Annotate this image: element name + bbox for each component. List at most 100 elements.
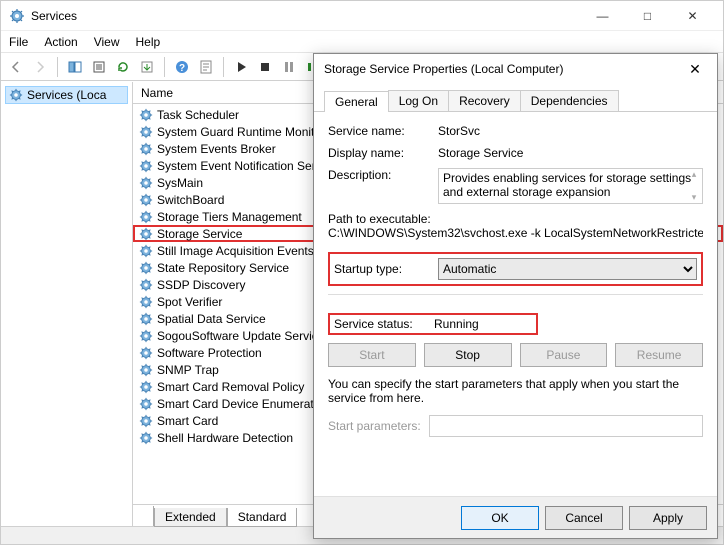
service-icon <box>139 244 153 258</box>
service-name-label: SwitchBoard <box>157 193 224 207</box>
service-name-label: Smart Card Removal Policy <box>157 380 304 394</box>
tab-logon[interactable]: Log On <box>388 90 449 111</box>
export-list-button[interactable] <box>136 56 158 78</box>
services-icon <box>9 8 25 24</box>
value-description: Provides enabling services for storage s… <box>443 171 691 199</box>
show-hide-tree-button[interactable] <box>64 56 86 78</box>
menubar: File Action View Help <box>1 31 723 53</box>
tab-recovery[interactable]: Recovery <box>448 90 521 111</box>
properties-dialog: Storage Service Properties (Local Comput… <box>313 53 718 539</box>
service-status-row: Service status: Running <box>328 313 538 335</box>
refresh-button[interactable] <box>112 56 134 78</box>
service-icon <box>139 193 153 207</box>
menu-help[interactable]: Help <box>136 35 161 49</box>
pause-button: Pause <box>520 343 608 367</box>
cancel-button[interactable]: Cancel <box>545 506 623 530</box>
stop-button[interactable]: Stop <box>424 343 512 367</box>
tab-standard[interactable]: Standard <box>227 508 298 527</box>
dialog-footer: OK Cancel Apply <box>314 496 717 538</box>
service-name-label: Storage Service <box>157 227 242 241</box>
service-name-label: SysMain <box>157 176 203 190</box>
label-description: Description: <box>328 168 438 182</box>
tree-root-services[interactable]: Services (Loca <box>5 86 128 104</box>
service-icon <box>139 397 153 411</box>
service-icon <box>139 295 153 309</box>
pause-service-button[interactable] <box>278 56 300 78</box>
stop-service-button[interactable] <box>254 56 276 78</box>
dialog-titlebar[interactable]: Storage Service Properties (Local Comput… <box>314 54 717 84</box>
service-icon <box>139 278 153 292</box>
value-service-status: Running <box>434 317 479 331</box>
minimize-button[interactable]: — <box>580 1 625 31</box>
label-display-name: Display name: <box>328 146 438 160</box>
service-name-label: Still Image Acquisition Events <box>157 244 314 258</box>
service-icon <box>139 346 153 360</box>
service-name-label: System Guard Runtime Monitor B <box>157 125 336 139</box>
service-name-label: Task Scheduler <box>157 108 239 122</box>
service-icon <box>139 108 153 122</box>
service-name-label: SogouSoftware Update Service N <box>157 329 336 343</box>
tree-pane: Services (Loca <box>1 82 133 526</box>
start-service-button[interactable] <box>230 56 252 78</box>
titlebar: Services — □ ✕ <box>1 1 723 31</box>
label-service-status: Service status: <box>334 317 434 331</box>
start-button: Start <box>328 343 416 367</box>
column-name: Name <box>141 86 173 100</box>
service-name-label: Storage Tiers Management <box>157 210 302 224</box>
service-icon <box>139 210 153 224</box>
maximize-button[interactable]: □ <box>625 1 670 31</box>
service-icon <box>139 380 153 394</box>
tree-root-label: Services (Loca <box>27 88 106 102</box>
divider <box>328 294 703 295</box>
apply-button[interactable]: Apply <box>629 506 707 530</box>
service-icon <box>139 142 153 156</box>
label-service-name: Service name: <box>328 124 438 138</box>
service-name-label: System Event Notification Service <box>157 159 337 173</box>
label-path: Path to executable: <box>328 212 703 226</box>
value-path: C:\WINDOWS\System32\svchost.exe -k Local… <box>328 226 703 240</box>
description-box[interactable]: Provides enabling services for storage s… <box>438 168 703 204</box>
window-title: Services <box>31 9 580 23</box>
help-button[interactable]: ? <box>171 56 193 78</box>
service-name-label: Software Protection <box>157 346 262 360</box>
service-icon <box>139 414 153 428</box>
service-name-label: System Events Broker <box>157 142 276 156</box>
service-icon <box>139 261 153 275</box>
ok-button[interactable]: OK <box>461 506 539 530</box>
label-start-parameters: Start parameters: <box>328 419 421 433</box>
service-icon <box>139 159 153 173</box>
service-icon <box>139 227 153 241</box>
service-icon <box>139 431 153 445</box>
menu-action[interactable]: Action <box>44 35 77 49</box>
export-button[interactable] <box>88 56 110 78</box>
back-button[interactable] <box>5 56 27 78</box>
properties-button[interactable] <box>195 56 217 78</box>
value-display-name: Storage Service <box>438 146 703 160</box>
tab-dependencies[interactable]: Dependencies <box>520 90 619 111</box>
menu-view[interactable]: View <box>94 35 120 49</box>
resume-button: Resume <box>615 343 703 367</box>
dialog-close-button[interactable]: ✕ <box>683 61 707 78</box>
start-parameters-input <box>429 415 703 437</box>
forward-button[interactable] <box>29 56 51 78</box>
dialog-tabs: General Log On Recovery Dependencies <box>314 84 717 112</box>
tab-extended[interactable]: Extended <box>154 508 227 527</box>
service-icon <box>139 329 153 343</box>
value-service-name: StorSvc <box>438 124 703 138</box>
service-name-label: Smart Card <box>157 414 218 428</box>
service-name-label: SNMP Trap <box>157 363 219 377</box>
dialog-title-text: Storage Service Properties (Local Comput… <box>324 62 683 76</box>
services-node-icon <box>9 88 23 102</box>
tab-general[interactable]: General <box>324 91 389 112</box>
service-name-label: State Repository Service <box>157 261 289 275</box>
service-icon <box>139 363 153 377</box>
startup-type-select[interactable]: Automatic <box>438 258 697 280</box>
service-name-label: Spatial Data Service <box>157 312 266 326</box>
startup-type-row: Startup type: Automatic <box>328 252 703 286</box>
service-name-label: SSDP Discovery <box>157 278 245 292</box>
menu-file[interactable]: File <box>9 35 28 49</box>
close-button[interactable]: ✕ <box>670 1 715 31</box>
description-scrollbar[interactable]: ▴▾ <box>686 169 702 203</box>
service-name-label: Shell Hardware Detection <box>157 431 293 445</box>
service-icon <box>139 125 153 139</box>
